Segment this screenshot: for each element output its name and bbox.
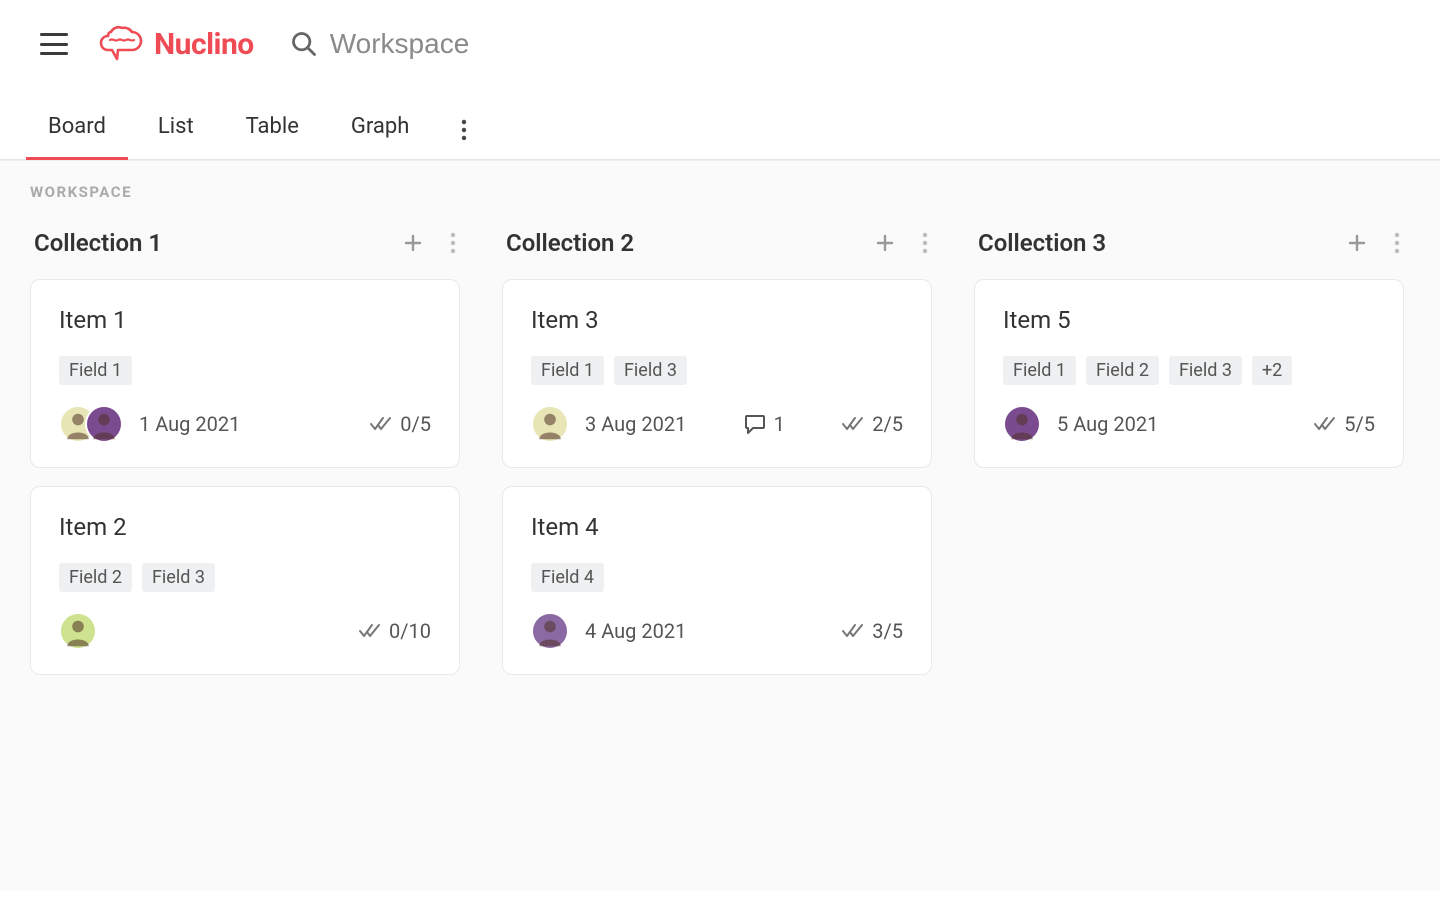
add-card-icon[interactable] bbox=[404, 234, 422, 252]
card-checklist: 0/5 bbox=[370, 412, 431, 436]
checklist-count: 3/5 bbox=[872, 619, 903, 643]
card-tags: Field 1 Field 2 Field 3 +2 bbox=[1003, 356, 1375, 385]
card-date: 5 Aug 2021 bbox=[1057, 412, 1158, 436]
tag: Field 1 bbox=[531, 356, 604, 385]
top-bar: Nuclino bbox=[0, 0, 1440, 80]
checklist-icon bbox=[359, 623, 381, 639]
comment-count: 1 bbox=[774, 412, 785, 436]
card-checklist: 0/10 bbox=[359, 619, 431, 643]
card-date: 4 Aug 2021 bbox=[585, 619, 686, 643]
board-card[interactable]: Item 4 Field 4 4 Aug 2021 3/5 bbox=[502, 486, 932, 675]
card-tags: Field 2 Field 3 bbox=[59, 563, 431, 592]
search-icon[interactable] bbox=[290, 30, 318, 58]
tag: Field 3 bbox=[614, 356, 687, 385]
comment-icon bbox=[744, 414, 766, 434]
column-title: Collection 1 bbox=[34, 229, 162, 257]
avatar bbox=[531, 612, 569, 650]
card-comments: 1 bbox=[744, 412, 785, 436]
brain-icon bbox=[98, 24, 144, 64]
checklist-icon bbox=[370, 416, 392, 432]
avatar bbox=[1003, 405, 1041, 443]
logo[interactable]: Nuclino bbox=[98, 24, 254, 64]
tag: Field 1 bbox=[1003, 356, 1076, 385]
card-avatars bbox=[59, 612, 97, 650]
card-title: Item 2 bbox=[59, 513, 431, 541]
column-header: Collection 3 bbox=[974, 229, 1404, 257]
card-date: 1 Aug 2021 bbox=[139, 412, 240, 436]
column-more-icon[interactable] bbox=[1394, 232, 1400, 254]
tab-board[interactable]: Board bbox=[44, 100, 110, 159]
tag: Field 4 bbox=[531, 563, 604, 592]
tab-graph[interactable]: Graph bbox=[347, 100, 413, 159]
tag: Field 2 bbox=[59, 563, 132, 592]
card-tags: Field 1 Field 3 bbox=[531, 356, 903, 385]
tag: +2 bbox=[1252, 356, 1292, 385]
checklist-count: 5/5 bbox=[1344, 412, 1375, 436]
breadcrumb: WORKSPACE bbox=[30, 183, 1410, 201]
view-tabs: Board List Table Graph bbox=[0, 100, 1440, 160]
board-column: Collection 3 Item 5 Field 1 Field 2 Field 3 +… bbox=[974, 229, 1404, 693]
board-columns: Collection 1Item 1Field 11 Aug 20210/5It… bbox=[30, 229, 1410, 693]
card-title: Item 5 bbox=[1003, 306, 1375, 334]
checklist-icon bbox=[1314, 416, 1336, 432]
card-title: Item 3 bbox=[531, 306, 903, 334]
checklist-count: 0/5 bbox=[400, 412, 431, 436]
card-checklist: 2/5 bbox=[842, 412, 903, 436]
checklist-count: 2/5 bbox=[872, 412, 903, 436]
tab-list[interactable]: List bbox=[154, 100, 198, 159]
column-title: Collection 3 bbox=[978, 229, 1106, 257]
card-avatars bbox=[1003, 405, 1041, 443]
tabs-more-icon[interactable] bbox=[453, 111, 475, 149]
card-tags: Field 1 bbox=[59, 356, 431, 385]
avatar bbox=[531, 405, 569, 443]
checklist-count: 0/10 bbox=[389, 619, 431, 643]
checklist-icon bbox=[842, 623, 864, 639]
search bbox=[290, 28, 830, 60]
tag: Field 3 bbox=[1169, 356, 1242, 385]
tab-table[interactable]: Table bbox=[242, 100, 303, 159]
menu-icon[interactable] bbox=[40, 33, 68, 55]
tag: Field 3 bbox=[142, 563, 215, 592]
column-title: Collection 2 bbox=[506, 229, 634, 257]
board-card[interactable]: Item 3 Field 1 Field 3 3 Aug 2021 1 2/5 bbox=[502, 279, 932, 468]
card-checklist: 3/5 bbox=[842, 619, 903, 643]
board-card[interactable]: Item 5 Field 1 Field 2 Field 3 +2 5 Aug 2021 5… bbox=[974, 279, 1404, 468]
card-title: Item 1 bbox=[59, 306, 431, 334]
tag: Field 2 bbox=[1086, 356, 1159, 385]
avatar bbox=[85, 405, 123, 443]
avatar bbox=[59, 612, 97, 650]
board-area: WORKSPACE Collection 1 Item 1 Field 1 1 Aug… bbox=[0, 160, 1440, 890]
board-column: Collection 1Item 1Field 11 Aug 20210/5It… bbox=[30, 229, 460, 693]
card-avatars bbox=[59, 405, 123, 443]
tag: Field 1 bbox=[59, 356, 132, 385]
checklist-icon bbox=[842, 416, 864, 432]
column-header: Collection 2 bbox=[502, 229, 932, 257]
logo-text: Nuclino bbox=[154, 27, 254, 62]
card-avatars bbox=[531, 405, 569, 443]
card-avatars bbox=[531, 612, 569, 650]
card-date: 3 Aug 2021 bbox=[585, 412, 686, 436]
card-tags: Field 4 bbox=[531, 563, 903, 592]
column-header: Collection 1 bbox=[30, 229, 460, 257]
board-card[interactable]: Item 2 Field 2 Field 3 0/10 bbox=[30, 486, 460, 675]
card-checklist: 5/5 bbox=[1314, 412, 1375, 436]
board-card[interactable]: Item 1 Field 1 1 Aug 2021 0/5 bbox=[30, 279, 460, 468]
add-card-icon[interactable] bbox=[876, 234, 894, 252]
search-input[interactable] bbox=[330, 28, 830, 60]
column-more-icon[interactable] bbox=[922, 232, 928, 254]
column-more-icon[interactable] bbox=[450, 232, 456, 254]
board-column: Collection 2 Item 3 Field 1 Field 3 3 Aug 20… bbox=[502, 229, 932, 693]
card-title: Item 4 bbox=[531, 513, 903, 541]
add-card-icon[interactable] bbox=[1348, 234, 1366, 252]
